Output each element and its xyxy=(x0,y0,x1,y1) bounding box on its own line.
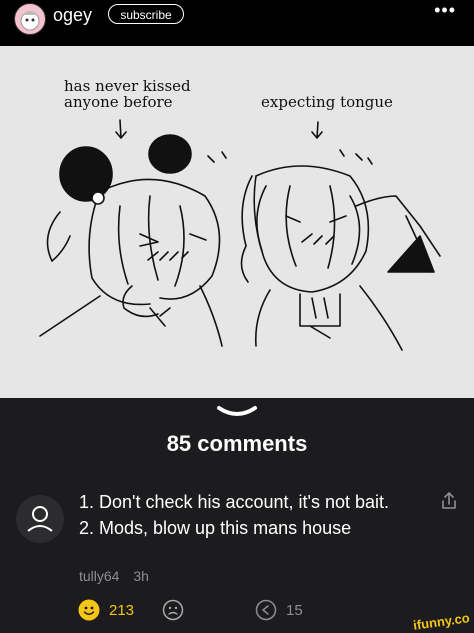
user-icon xyxy=(27,506,53,532)
reply-button[interactable]: 15 xyxy=(255,598,303,622)
comment-author[interactable]: tully64 xyxy=(79,568,119,584)
smile-button[interactable]: 213 xyxy=(78,598,134,622)
smile-icon xyxy=(78,599,100,621)
watermark: ifunny.co xyxy=(412,610,471,633)
commenter-avatar[interactable] xyxy=(16,495,64,543)
more-options-icon[interactable]: ••• xyxy=(434,0,456,21)
share-icon[interactable] xyxy=(440,491,458,511)
post-header: ogey subscribe ••• xyxy=(0,0,474,46)
upvote-count: 213 xyxy=(109,601,135,619)
comment-time: 3h xyxy=(133,568,149,584)
reply-count: 15 xyxy=(286,601,303,619)
user-avatar[interactable] xyxy=(14,3,46,35)
frown-icon xyxy=(162,599,184,621)
meme-image: has never kissed anyone before expecting… xyxy=(0,46,474,398)
comic-drawing xyxy=(39,119,441,351)
comments-count: 85 comments xyxy=(166,431,308,456)
comment-meta: tully64 3h xyxy=(79,568,149,584)
unsmile-button[interactable] xyxy=(162,598,184,622)
subscribe-button[interactable]: subscribe xyxy=(108,4,184,24)
username[interactable]: ogey xyxy=(53,5,92,26)
reply-icon xyxy=(255,599,277,621)
comment-text: 1. Don't check his account, it's not bai… xyxy=(79,492,390,538)
chevron-down-icon[interactable] xyxy=(215,404,259,420)
